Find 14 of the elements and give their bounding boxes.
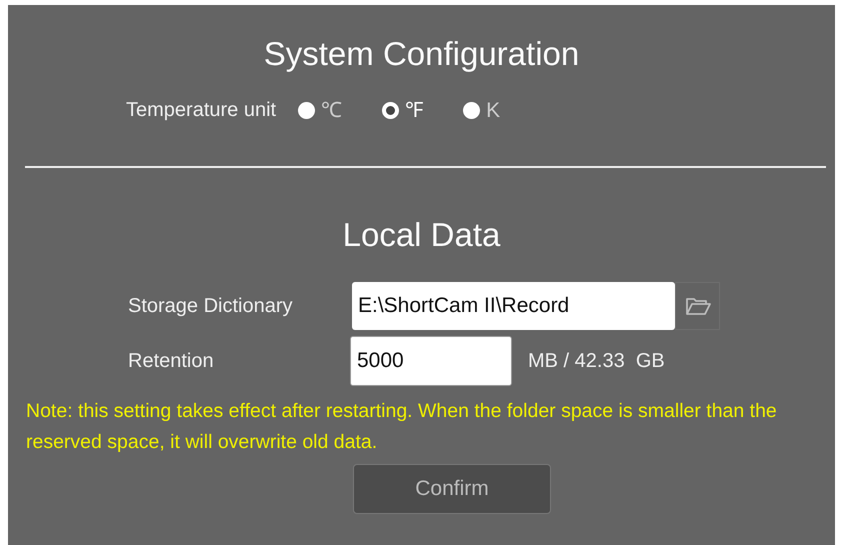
- note-text: Note: this setting takes effect after restarting. When the folder space is smaller than the reserved space, it will overwrite old data.: [25, 398, 778, 455]
- unit-radio[interactable]: ℉: [382, 94, 424, 126]
- unit-radio[interactable]: ℃: [298, 94, 342, 126]
- section-title: System Configuration: [262, 34, 580, 74]
- retention-label: Retention: [128, 348, 215, 374]
- browse-button[interactable]: [675, 282, 720, 330]
- storage-label: Storage Dictionary: [128, 294, 294, 318]
- storage-path-field[interactable]: E:\ShortCam II\Record: [352, 282, 675, 330]
- retention-unit: MB / 42.33 GB: [528, 348, 665, 374]
- unit-radio[interactable]: K: [463, 94, 500, 126]
- folder-icon: [684, 296, 710, 316]
- temperature-label: Temperature unit: [126, 98, 276, 124]
- section-title: Local Data: [342, 215, 502, 255]
- retention-field[interactable]: 5000: [350, 336, 512, 386]
